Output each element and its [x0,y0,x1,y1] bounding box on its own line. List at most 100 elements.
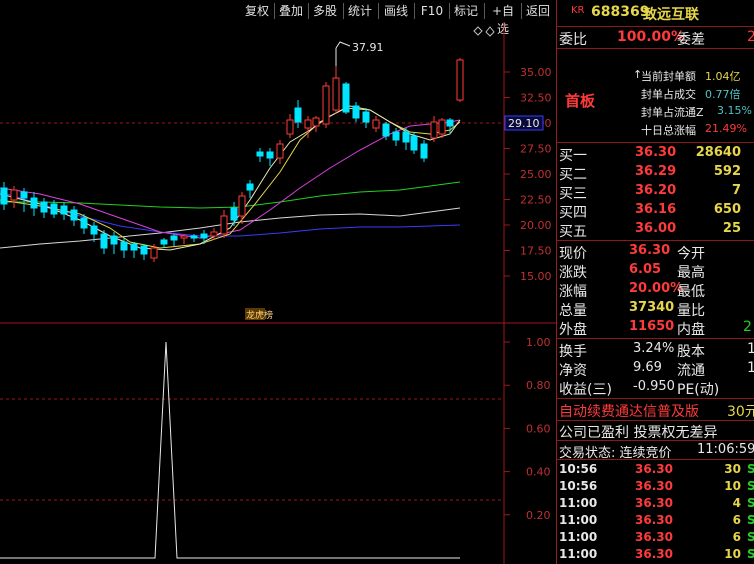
restore-rights-button[interactable]: 复权 [242,2,272,20]
fundamental-value: -0.950 [633,379,675,394]
bid-label: 买二 [559,167,587,183]
candle-body [446,119,454,127]
trade-status-time: 11:06:59 [697,442,754,457]
ma-line-green [0,181,461,209]
bid-label: 买五 [559,224,587,240]
promo-text[interactable]: 自动续费通达信普及版 [559,401,699,421]
toolbar-divider [521,3,522,19]
add-watchlist-button[interactable]: +自选 [486,2,520,36]
limit-info-row: 封单占流通Z 3.15% [557,104,754,120]
kline-chart-area[interactable]: 35.0032.5030.0027.5025.0022.5020.0017.50… [0,22,556,564]
divider [557,48,754,49]
candle-body [332,77,340,111]
bid-row[interactable]: 买三 36.20 7 [557,182,754,202]
fundamental-value: 1 [747,360,754,376]
candle-body [230,207,238,221]
tick-volume: 30 [724,462,741,476]
candle-body [30,197,38,209]
company-notice-text: 公司已盈利 投票权无差异 [559,425,718,441]
bid-price: 36.30 [635,145,677,160]
chevron-icon[interactable] [485,26,495,37]
limit-info-label: 十日总涨幅 [641,124,696,137]
kline-chart-svg[interactable]: 35.0032.5030.0027.5025.0022.5020.0017.50… [0,22,556,564]
candle-body [456,59,464,101]
mark-button[interactable]: 标记 [451,2,481,20]
bid-row[interactable]: 买二 36.29 592 [557,163,754,183]
candle-body [342,83,350,113]
candle-body [430,121,438,139]
tick-row[interactable]: 11:00 36.30 6S [557,512,754,529]
bid-row[interactable]: 买一 36.30 28640 [557,144,754,164]
quote-label: 涨跌 [559,265,587,281]
candle-body [410,135,418,151]
quote-value: 11650 [629,319,675,334]
fundamental-label: PE(动) [677,382,720,398]
diamond-icon[interactable] [473,26,483,36]
bid-row[interactable]: 买四 36.16 650 [557,201,754,221]
price-tick-label: 22.50 [520,194,552,207]
indicator-tick-label: 1.00 [526,336,551,349]
tick-volume: 10 [724,479,741,493]
order-diff-label: 委差 [677,32,705,48]
tick-side: S [747,479,754,493]
candle-body [60,205,68,215]
limit-info-label: 封单占流通Z [641,106,704,119]
fundamental-label: 净资 [559,363,587,379]
candle-body [210,231,218,237]
fundamental-label: 股本 [677,344,705,360]
candle-body [160,239,168,245]
tick-price: 36.30 [635,513,673,527]
tick-row[interactable]: 11:00 36.30 4S [557,495,754,512]
tick-side: S [747,496,754,510]
indicator-tick-label: 0.40 [526,466,551,479]
candle-body [150,247,158,259]
tick-row[interactable]: 10:56 36.30 30 S [557,461,754,478]
quote-label: 总量 [559,303,587,319]
statistics-button[interactable]: 统计 [345,2,375,20]
candle-body [10,189,18,201]
price-tick-label: 27.50 [520,143,552,156]
tick-price: 36.30 [635,547,673,561]
stock-header: KR 688369 致远互联 [557,2,754,23]
overlay-button[interactable]: 叠加 [276,2,306,20]
toolbar-divider [414,3,415,19]
bid-row[interactable]: 买五 36.00 25 [557,220,754,240]
tick-volume: 10 [724,547,741,561]
tick-side: S [747,547,754,561]
dragon-tiger-marker[interactable]: 龙虎榜 [246,309,273,321]
candle-body [304,119,312,129]
bid-label: 买四 [559,205,587,221]
limit-info-row: ↑ 当前封单额 1.04亿 [557,68,754,84]
quote-value: 2 [743,319,752,335]
draw-line-button[interactable]: 画线 [380,2,412,20]
candle-body [40,201,48,213]
tick-price: 36.30 [635,462,673,476]
stock-name: 致远互联 [643,7,699,23]
f10-button[interactable]: F10 [416,2,448,20]
bid-price: 36.29 [635,164,677,179]
tick-price: 36.30 [635,479,673,493]
candle-body [140,245,148,255]
candle-body [238,195,246,217]
divider [557,338,754,339]
tick-row[interactable]: 11:00 36.30 6S [557,529,754,546]
promo-price[interactable]: 30元 [727,401,754,421]
candle-body [100,233,108,249]
candle-body [402,131,410,143]
tick-price: 36.30 [635,496,673,510]
tick-time: 11:00 [559,547,598,561]
candle-body [90,225,98,235]
back-button[interactable]: 返回 [523,2,553,20]
tick-volume: 6 [732,530,741,544]
bid-volume: 592 [713,164,741,179]
order-ratio-value: 100.00% [617,29,686,45]
limit-info-value: 21.49% [705,122,747,135]
tick-row[interactable]: 11:00 36.30 10 S [557,546,754,563]
candle-body [420,143,428,159]
tick-row[interactable]: 10:56 36.30 10 S [557,478,754,495]
candle-body [256,151,264,157]
indicator-tick-label: 0.20 [526,509,551,522]
promo-banner[interactable]: 自动续费通达信普及版 30元 [557,400,754,420]
multi-stock-button[interactable]: 多股 [310,2,340,20]
price-tick-label: 32.50 [520,92,552,105]
